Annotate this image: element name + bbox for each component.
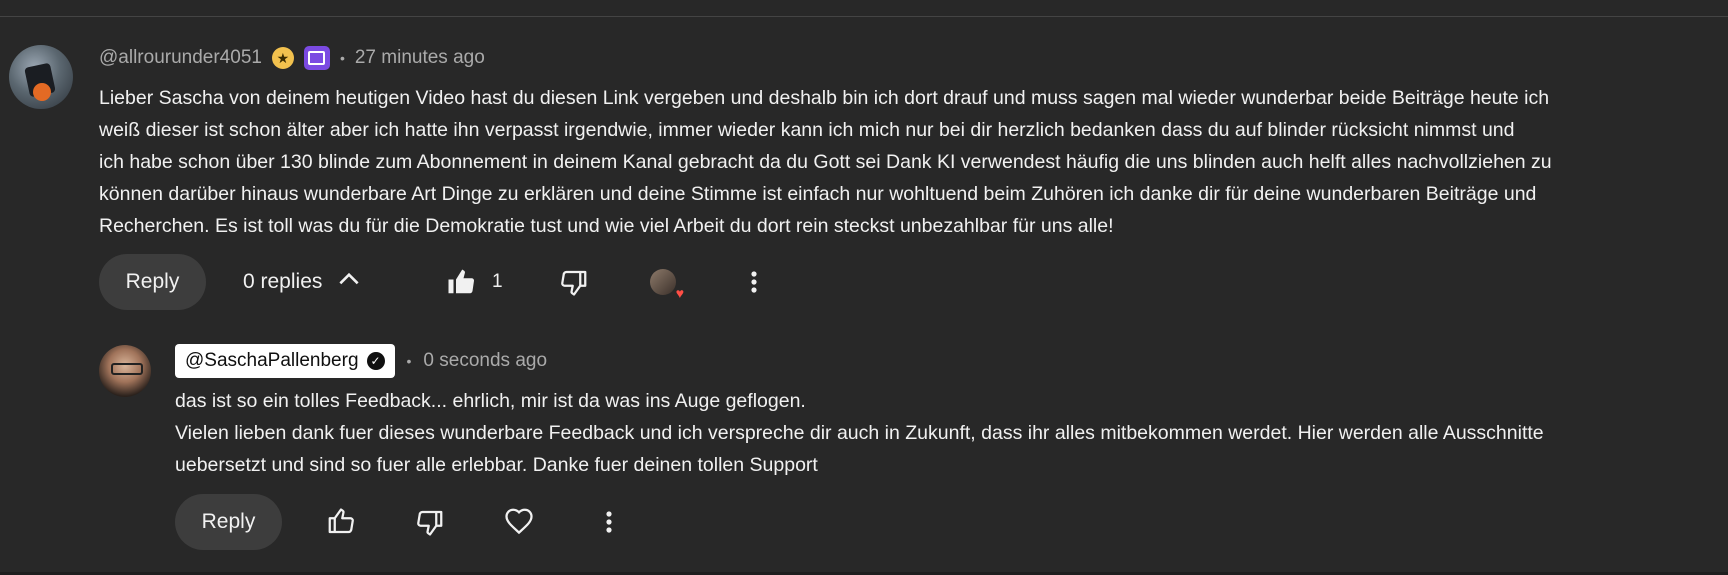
comment-line: Lieber Sascha von deinem heutigen Video … <box>99 87 1550 109</box>
more-vert-icon[interactable] <box>740 266 768 298</box>
comment-author[interactable]: @allrourunder4051 <box>99 47 262 69</box>
thumb-up-filled-icon[interactable] <box>445 266 477 298</box>
reply-text: das ist so ein tolles Feedback... ehrlic… <box>175 385 1675 481</box>
comment-text: Lieber Sascha von deinem heutigen Video … <box>99 82 1659 242</box>
replies-label: 0 replies <box>243 270 323 293</box>
star-icon: ★ <box>271 47 294 69</box>
heart-icon[interactable] <box>502 506 536 538</box>
comment-line: ich habe schon über 130 blinde zum Abonn… <box>99 151 1552 173</box>
chevron-up-icon <box>336 266 362 298</box>
reply-line: das ist so ein tolles Feedback... ehrlic… <box>175 390 806 412</box>
reply-header: @SaschaPallenberg ✓ • 0 seconds ago <box>175 344 547 378</box>
creator-heart: ♥ <box>650 269 684 301</box>
reply-button[interactable]: Reply <box>99 254 206 310</box>
verified-icon: ✓ <box>366 352 385 370</box>
reply-author: @SaschaPallenberg <box>185 350 359 371</box>
replies-toggle[interactable]: 0 replies <box>243 268 362 296</box>
reply-line: uebersetzt und sind so fuer alle erlebba… <box>175 454 818 476</box>
thumb-down-icon[interactable] <box>414 506 446 538</box>
comment-line: können darüber hinaus wunderbare Art Din… <box>99 183 1537 205</box>
like-count: 1 <box>492 271 503 292</box>
comment-header: @allrourunder4051 ★ • 27 minutes ago <box>99 46 485 70</box>
avatar[interactable] <box>9 45 73 109</box>
more-vert-icon[interactable] <box>595 506 623 538</box>
chat-badge-icon <box>303 46 330 70</box>
thumb-up-icon[interactable] <box>325 506 357 538</box>
divider <box>0 16 1728 17</box>
reply-line: Vielen lieben dank fuer dieses wunderbar… <box>175 422 1544 444</box>
comment-line: Recherchen. Es ist toll was du für die D… <box>99 215 1114 237</box>
separator-dot: • <box>339 50 345 66</box>
thumb-down-icon[interactable] <box>558 266 590 298</box>
separator-dot: • <box>406 353 412 369</box>
heart-icon: ♥ <box>675 285 684 301</box>
reply-avatar[interactable] <box>99 345 151 397</box>
owner-chip[interactable]: @SaschaPallenberg ✓ <box>175 344 395 378</box>
reply-time[interactable]: 0 seconds ago <box>423 350 547 372</box>
comment-line: weiß dieser ist schon älter aber ich hat… <box>99 119 1515 141</box>
comment-time[interactable]: 27 minutes ago <box>355 47 485 69</box>
reply-reply-button[interactable]: Reply <box>175 494 282 550</box>
